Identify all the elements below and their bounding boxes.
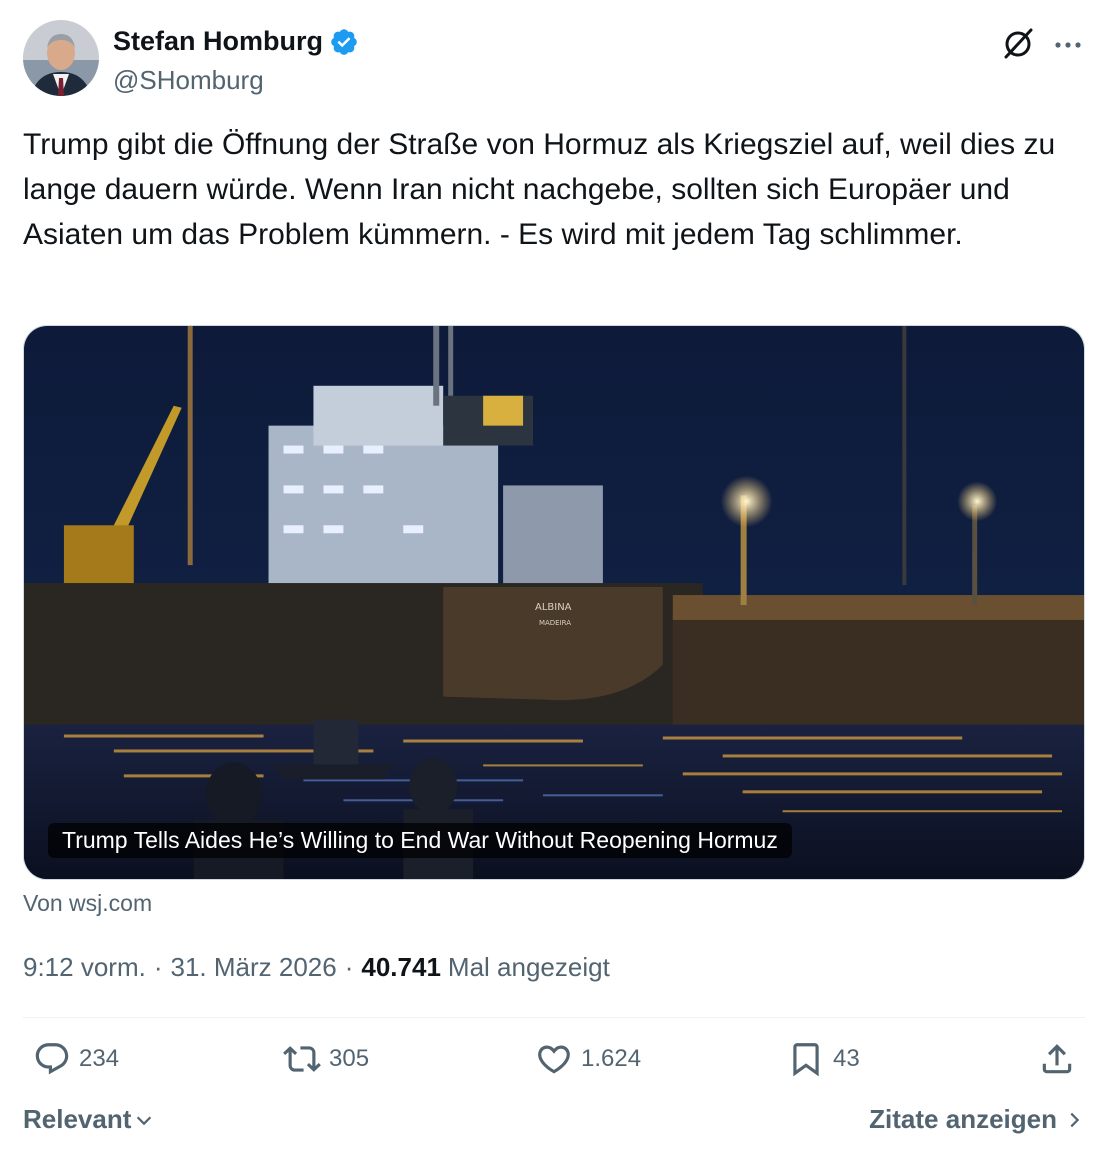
reply-button[interactable]: 234	[33, 1040, 119, 1078]
chevron-right-icon	[1070, 1112, 1080, 1127]
link-card[interactable]: ALBINA MADEIRA Trump Tells Aides He’s Wi…	[23, 325, 1085, 880]
retweet-count: 305	[329, 1045, 370, 1072]
verified-badge-icon[interactable]	[329, 27, 359, 57]
tweet-text: Trump gibt die Öffnung der Straße von Ho…	[23, 128, 1056, 251]
retweet-icon	[283, 1046, 321, 1072]
card-source[interactable]: Von wsj.com	[23, 890, 152, 917]
reply-icon	[35, 1043, 69, 1075]
ship-port-label: MADEIRA	[539, 619, 571, 627]
ship-name-label: ALBINA	[535, 602, 572, 613]
sort-dropdown[interactable]: Relevant	[23, 1104, 155, 1135]
chevron-down-icon	[137, 1115, 152, 1125]
heart-icon	[538, 1045, 570, 1074]
views-count: 40.741	[361, 952, 441, 982]
tweet-meta: 9:12 vorm. · 31. März 2026 · 40.741 Mal …	[23, 952, 610, 983]
tweet-date[interactable]: 31. März 2026	[171, 952, 337, 983]
tweet-time[interactable]: 9:12 vorm.	[23, 952, 146, 983]
quotes-label: Zitate anzeigen	[869, 1104, 1057, 1134]
views-label: Mal angezeigt	[447, 952, 610, 982]
grok-icon[interactable]	[1001, 26, 1035, 60]
card-title[interactable]: Trump Tells Aides He’s Willing to End Wa…	[48, 823, 792, 858]
sort-label: Relevant	[23, 1104, 132, 1134]
reply-count: 234	[79, 1045, 120, 1072]
meta-separator: ·	[153, 952, 163, 982]
avatar[interactable]	[23, 20, 99, 96]
share-icon	[1042, 1044, 1072, 1074]
like-button[interactable]: 1.624	[535, 1040, 641, 1078]
retweet-button[interactable]: 305	[283, 1040, 369, 1078]
bookmark-icon	[793, 1043, 819, 1077]
bookmark-button[interactable]: 43	[787, 1040, 860, 1078]
author-name-row[interactable]: Stefan Homburg	[113, 26, 359, 57]
ship-photo-icon: ALBINA MADEIRA	[24, 326, 1084, 879]
tweet-header: Stefan Homburg @SHomburg	[23, 20, 1085, 100]
view-quotes-link[interactable]: Zitate anzeigen	[869, 1104, 1085, 1135]
author-name[interactable]: Stefan Homburg	[113, 26, 323, 57]
action-bar: 234 305 1.624 43	[23, 1040, 1085, 1086]
divider	[23, 1017, 1085, 1018]
like-count: 1.624	[581, 1045, 642, 1072]
more-icon[interactable]	[1051, 28, 1085, 62]
meta-separator: ·	[344, 952, 354, 982]
share-button[interactable]	[1038, 1040, 1084, 1078]
author-handle[interactable]: @SHomburg	[113, 65, 264, 96]
replies-footer: Relevant Zitate anzeigen	[23, 1104, 1085, 1144]
bookmark-count: 43	[833, 1045, 860, 1072]
